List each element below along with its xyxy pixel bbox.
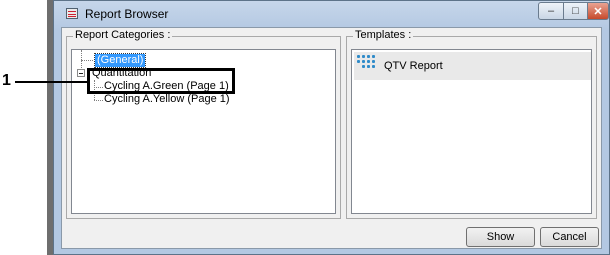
templates-label: Templates :: [353, 29, 414, 41]
maximize-icon: □: [572, 5, 579, 17]
tree-item-cycling-yellow[interactable]: Cycling A.Yellow (Page 1): [104, 93, 230, 106]
show-button-label: Show: [486, 231, 515, 243]
cancel-button-label: Cancel: [552, 231, 587, 243]
tree-connector: [94, 100, 103, 101]
cancel-button[interactable]: Cancel: [540, 227, 599, 247]
app-icon: [66, 8, 78, 19]
collapse-icon[interactable]: [77, 69, 85, 77]
qiagen-logo-icon: [357, 55, 381, 77]
report-browser-window: Report Browser ‒ □ ✕ Report Categories :…: [53, 0, 610, 255]
minimize-button[interactable]: ‒: [538, 2, 564, 20]
callout-number: 1: [2, 72, 11, 89]
tree-item-general[interactable]: (General): [93, 53, 147, 68]
tree-connector: [81, 60, 93, 61]
report-categories-group: Report Categories : (General) Quantitati…: [66, 29, 341, 219]
close-button[interactable]: ✕: [587, 2, 609, 20]
title-bar[interactable]: Report Browser ‒ □ ✕: [54, 1, 609, 27]
template-label: QTV Report: [384, 60, 443, 72]
dialog-client-area: Report Categories : (General) Quantitati…: [61, 27, 602, 249]
template-item-qtv-report[interactable]: QTV Report: [354, 52, 591, 80]
report-categories-label: Report Categories :: [73, 29, 173, 41]
templates-list[interactable]: QTV Report: [351, 49, 592, 214]
callout-leader-line: [15, 81, 88, 83]
templates-group: Templates : QTV Report: [346, 29, 597, 219]
window-title: Report Browser: [85, 7, 169, 21]
callout-highlight-box: [87, 68, 235, 94]
close-icon: ✕: [593, 5, 603, 18]
show-button[interactable]: Show: [466, 227, 535, 247]
minimize-icon: ‒: [547, 5, 555, 17]
maximize-button[interactable]: □: [563, 2, 588, 20]
